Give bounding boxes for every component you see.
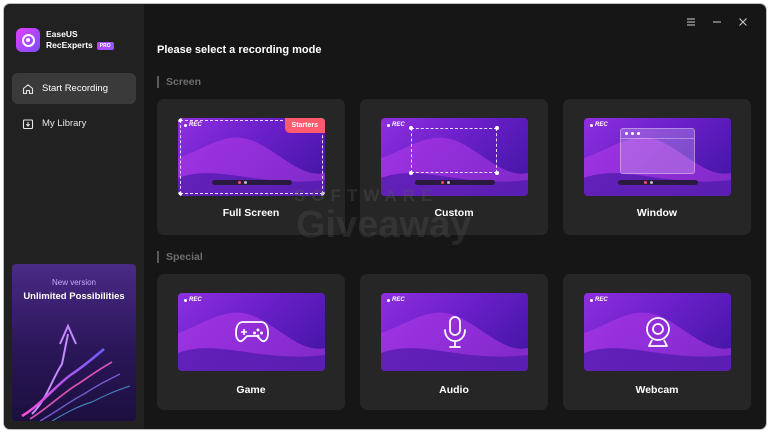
mode-card-title: Audio [439, 384, 469, 396]
full-screen-preview: REC Starters [178, 118, 325, 196]
sidebar-item-label: My Library [42, 118, 87, 129]
mode-card-webcam[interactable]: REC Webcam [563, 274, 751, 410]
app-window: EaseUS RecExperts PRO Start Recording My … [4, 4, 766, 429]
app-name: EaseUS RecExperts PRO [46, 29, 114, 51]
mode-card-full-screen[interactable]: REC Starters Full Screen [157, 99, 345, 235]
microphone-icon [443, 316, 466, 348]
rec-indicator: REC [590, 297, 608, 303]
sidebar-item-label: Start Recording [42, 83, 109, 94]
webcam-preview: REC [584, 293, 731, 371]
home-icon [22, 83, 34, 95]
game-preview: REC [178, 293, 325, 371]
promo-banner[interactable]: New version Unlimited Possibilities [12, 264, 136, 421]
sidebar-item-my-library[interactable]: My Library [12, 108, 136, 139]
mode-card-window[interactable]: REC Window [563, 99, 751, 235]
close-icon[interactable] [735, 14, 751, 30]
mode-card-title: Full Screen [222, 207, 280, 219]
rec-indicator: REC [387, 122, 405, 128]
main-panel: Please select a recording mode Screen RE… [144, 4, 766, 429]
brand: EaseUS RecExperts PRO [16, 28, 114, 52]
app-name-line1: EaseUS [46, 29, 78, 39]
mode-card-title: Game [236, 384, 266, 396]
promo-line1: New version [51, 278, 96, 287]
mode-card-audio[interactable]: REC Audio [360, 274, 548, 410]
rec-indicator: REC [184, 122, 202, 128]
webcam-icon [645, 317, 670, 347]
gamepad-icon [234, 321, 269, 343]
pro-badge: PRO [96, 41, 114, 50]
mode-card-custom[interactable]: REC Custom [360, 99, 548, 235]
rec-indicator: REC [387, 297, 405, 303]
promo-line2: Unlimited Possibilities [23, 291, 125, 302]
library-icon [22, 118, 34, 130]
audio-preview: REC [381, 293, 528, 371]
custom-preview: REC [381, 118, 528, 196]
rec-indicator: REC [590, 122, 608, 128]
app-name-line2: RecExperts [46, 40, 93, 50]
menu-icon[interactable] [683, 14, 699, 30]
app-logo-icon [16, 28, 40, 52]
minimize-icon[interactable] [709, 14, 725, 30]
section-label-special: Special [157, 251, 203, 263]
mode-card-title: Window [636, 207, 678, 219]
sidebar: EaseUS RecExperts PRO Start Recording My … [4, 4, 144, 429]
mode-card-title: Webcam [635, 384, 679, 396]
sidebar-item-start-recording[interactable]: Start Recording [12, 73, 136, 104]
section-label-screen: Screen [157, 76, 201, 88]
window-preview: REC [584, 118, 731, 196]
starters-badge: Starters [284, 118, 325, 133]
mode-card-title: Custom [434, 207, 474, 219]
page-title: Please select a recording mode [157, 44, 322, 56]
rising-chart-icon [21, 323, 131, 421]
mode-card-game[interactable]: REC Game [157, 274, 345, 410]
rec-indicator: REC [184, 297, 202, 303]
